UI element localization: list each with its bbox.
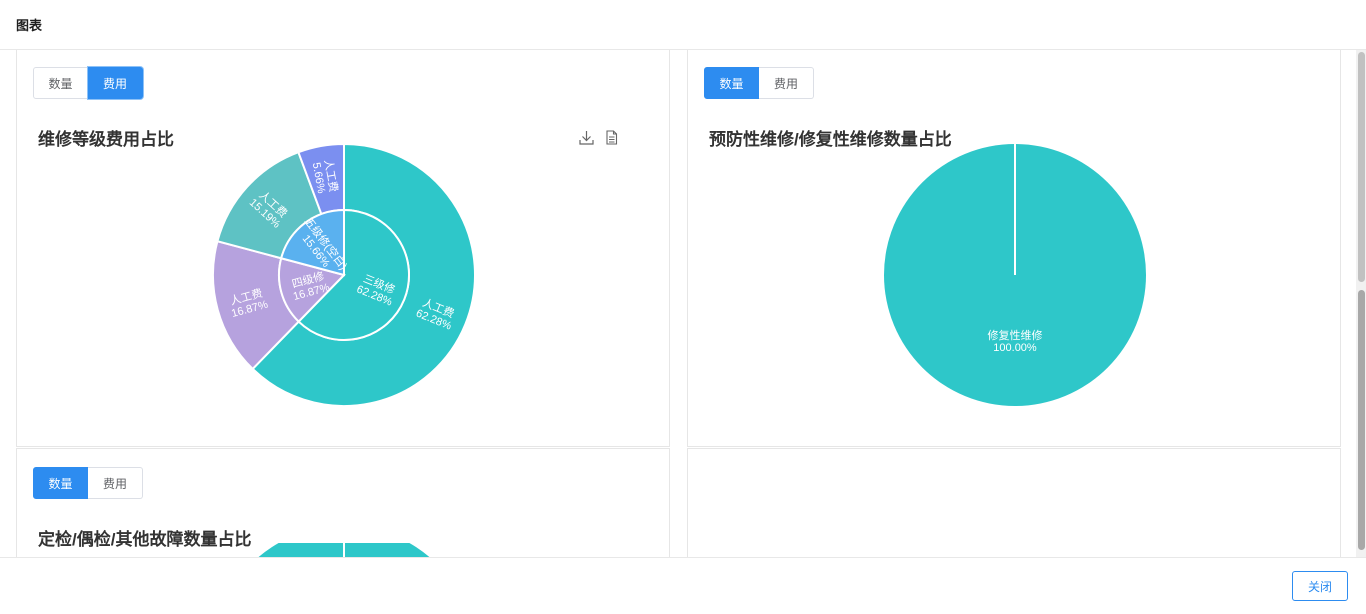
dialog-title: 图表 [16,18,43,33]
preventive-corrective-count-pie-chart: 修复性维修 100.00% [884,144,1146,406]
count-cost-toggle: 数量 费用 [704,67,814,99]
scrollbar-track-upper [1358,52,1365,282]
inspection-fault-count-pie-chart [258,543,430,557]
dialog-header: 图表 [0,0,1366,50]
chart-card-empty [687,448,1341,557]
chart-toolbox [578,129,620,146]
pie-slice-label: 修复性维修 100.00% [988,328,1043,354]
cost-toggle-button[interactable]: 费用 [88,467,143,499]
dialog-footer: 关闭 [0,557,1366,614]
close-button[interactable]: 关闭 [1292,571,1348,601]
scrollbar-thumb[interactable] [1358,290,1365,550]
count-toggle-button[interactable]: 数量 [704,67,759,99]
chart-card-preventive-corrective-count: 数量 费用 预防性维修/修复性维修数量占比 修复性维修 100.00% [687,50,1341,447]
count-cost-toggle: 数量 费用 [33,67,143,99]
count-toggle-button[interactable]: 数量 [33,467,88,499]
chart-card-inspection-fault-count: 数量 费用 定检/偶检/其他故障数量占比 [16,448,670,557]
data-view-icon[interactable] [603,129,620,146]
count-cost-toggle: 数量 费用 [33,467,143,499]
chart-card-repair-level-cost: 数量 费用 维修等级费用占比 人工费62.28% 人工费16.87% 人工费15.1… [16,50,670,447]
download-icon[interactable] [578,129,595,146]
cost-toggle-button[interactable]: 费用 [88,67,143,99]
chart-title: 维修等级费用占比 [38,130,174,149]
cost-toggle-button[interactable]: 费用 [759,67,814,99]
repair-level-cost-pie-chart: 人工费62.28%人工费16.87%人工费15.19%人工费5.66%三级修62… [212,143,476,407]
dialog-body[interactable]: 数量 费用 维修等级费用占比 人工费62.28% 人工费16.87% 人工费15.1… [0,50,1366,557]
count-toggle-button[interactable]: 数量 [33,67,88,99]
